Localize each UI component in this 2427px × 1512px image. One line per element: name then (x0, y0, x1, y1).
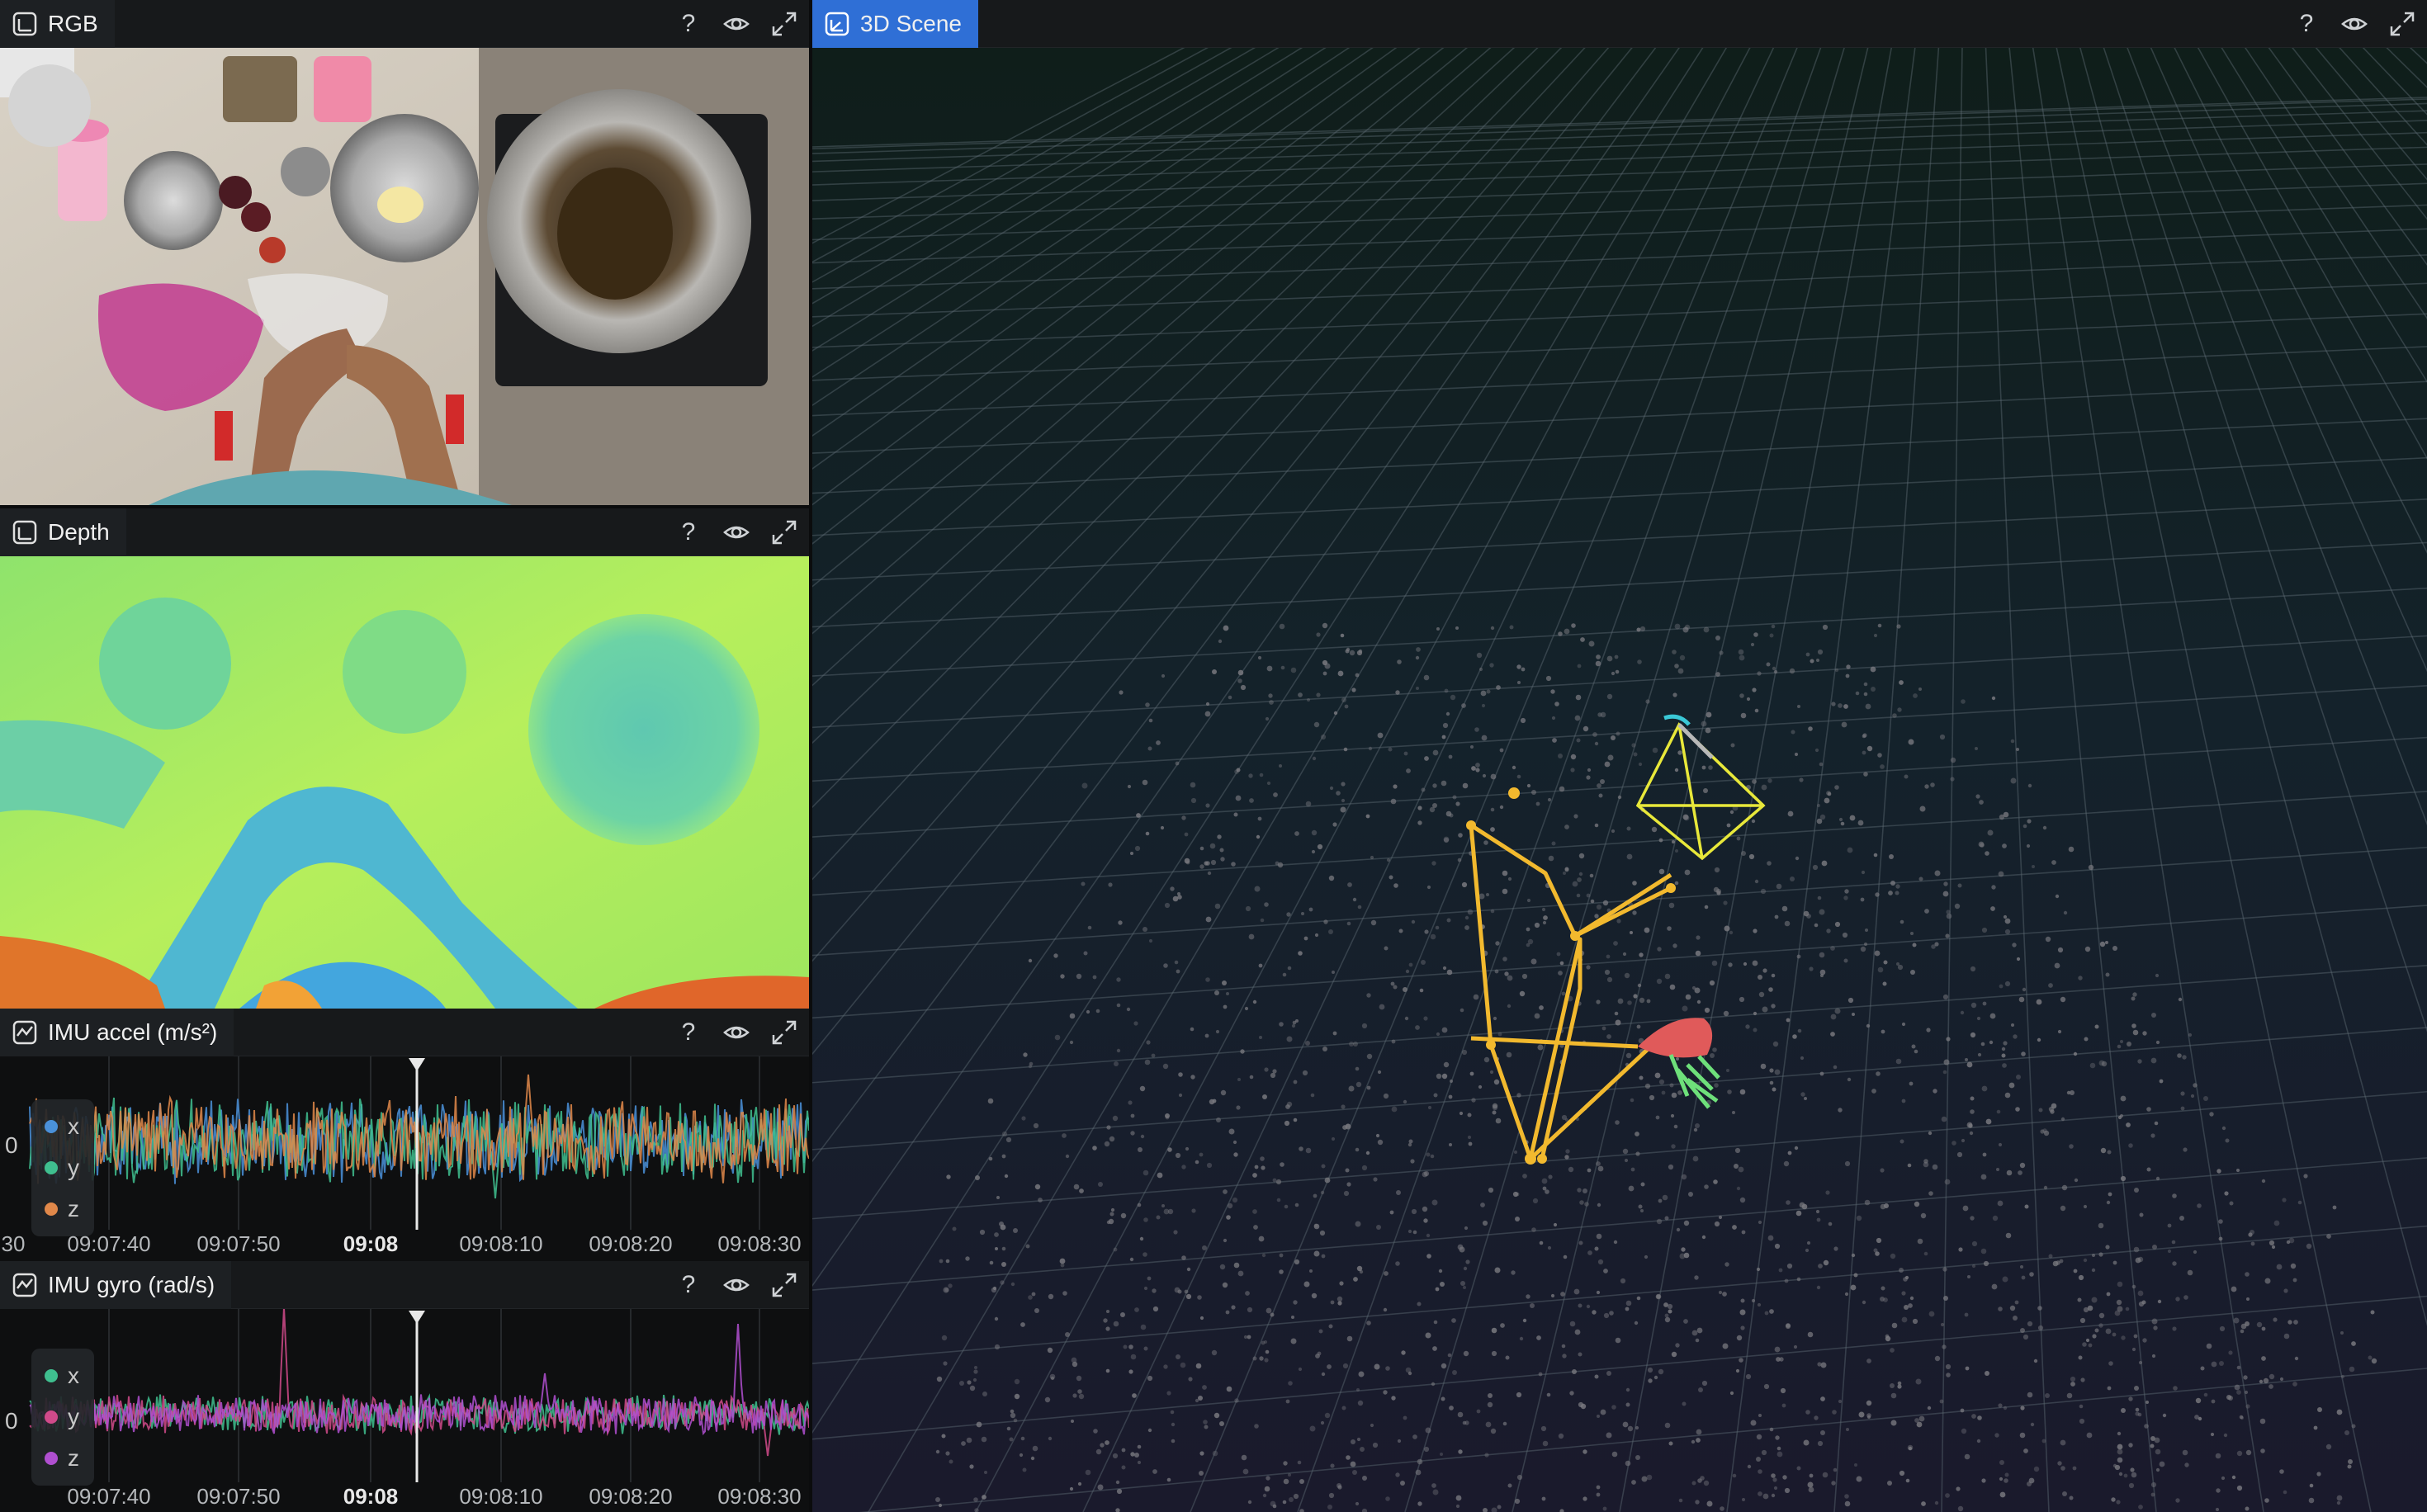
legend-item-z[interactable]: z (31, 1438, 94, 1479)
image-view-icon (12, 12, 37, 36)
scene-tabbar: 3D Scene ? (812, 0, 2427, 48)
signal-line (29, 1323, 809, 1436)
tab-depth[interactable]: Depth (0, 508, 126, 556)
tab-imu-gyro-label: IMU gyro (rad/s) (48, 1272, 215, 1297)
gyro-plot[interactable] (0, 1309, 809, 1482)
tab-depth-label: Depth (48, 519, 110, 545)
gyro-plot-area: 0 x y z 09:07:40 09:07:50 09:08 09:08:10… (0, 1309, 809, 1512)
imu-gyro-panel: IMU gyro (rad/s) ? 0 x y z 09:07:40 09:0… (0, 1261, 809, 1512)
maximize-icon[interactable] (2386, 7, 2419, 40)
rgb-tabbar: RGB ? (0, 0, 809, 48)
accel-plot-area: 0 x y z 30 09:07:40 09:07:50 09:08 09:08… (0, 1056, 809, 1261)
rgb-panel: RGB ? (0, 0, 809, 505)
imu-accel-panel: IMU accel (m/s²) ? 0 x y z 30 09:07:40 0… (0, 1009, 809, 1261)
legend-dot-y (45, 1410, 58, 1424)
help-icon[interactable]: ? (2290, 7, 2323, 40)
rgb-tools: ? (672, 0, 801, 48)
eye-icon[interactable] (2338, 7, 2371, 40)
maximize-icon[interactable] (768, 516, 801, 549)
legend-dot-x (45, 1120, 58, 1133)
scene-3d-canvas[interactable] (812, 0, 2427, 1512)
eye-icon[interactable] (720, 516, 753, 549)
time-tick: 09:08:20 (589, 1484, 673, 1509)
scene-panel: 3D Scene ? (812, 0, 2427, 1512)
timeseries-view-icon (12, 1020, 37, 1045)
legend-item-x[interactable]: x (31, 1355, 94, 1396)
time-tick: 09:08 (343, 1231, 399, 1256)
gyro-zero-label: 0 (5, 1408, 18, 1434)
tab-imu-gyro[interactable]: IMU gyro (rad/s) (0, 1261, 232, 1309)
maximize-icon[interactable] (768, 1269, 801, 1302)
tab-imu-accel[interactable]: IMU accel (m/s²) (0, 1009, 234, 1056)
tab-imu-accel-label: IMU accel (m/s²) (48, 1019, 218, 1045)
eye-icon[interactable] (720, 7, 753, 40)
time-tick: 30 (1, 1231, 26, 1256)
eye-icon[interactable] (720, 1016, 753, 1049)
accel-tabbar: IMU accel (m/s²) ? (0, 1009, 809, 1056)
time-cursor-handle-icon[interactable] (409, 1058, 425, 1071)
legend-item-x[interactable]: x (31, 1106, 94, 1147)
legend-label: x (68, 1363, 79, 1388)
rgb-kitchen-image (0, 48, 809, 505)
tab-rgb-label: RGB (48, 11, 98, 36)
accel-tools: ? (672, 1009, 801, 1056)
scene-viewport[interactable] (812, 0, 2427, 1512)
time-tick: 09:08:30 (717, 1231, 802, 1256)
help-icon[interactable]: ? (672, 1269, 705, 1302)
gyro-legend: x y z (31, 1349, 94, 1486)
gyro-time-axis: 09:07:40 09:07:50 09:08 09:08:10 09:08:2… (0, 1484, 809, 1512)
viewer-root: { "panels": { "rgb": { "title": "RGB", "… (0, 0, 2427, 1512)
help-icon[interactable]: ? (672, 1016, 705, 1049)
scene-tools: ? (2290, 0, 2419, 48)
legend-item-z[interactable]: z (31, 1188, 94, 1230)
depth-image (0, 556, 809, 1009)
gyro-tools: ? (672, 1261, 801, 1309)
legend-dot-z (45, 1203, 58, 1216)
legend-label: y (68, 1155, 79, 1180)
time-cursor-handle-icon[interactable] (409, 1311, 425, 1324)
time-tick: 09:07:50 (196, 1484, 281, 1509)
time-tick: 09:08:20 (589, 1231, 673, 1256)
rgb-image (0, 48, 809, 505)
time-tick: 09:07:50 (196, 1231, 281, 1256)
accel-legend: x y z (31, 1099, 94, 1236)
gyro-tabbar: IMU gyro (rad/s) ? (0, 1261, 809, 1309)
time-tick: 09:08:10 (459, 1484, 543, 1509)
help-icon[interactable]: ? (672, 516, 705, 549)
depth-colormap-image (0, 556, 809, 1009)
legend-label: z (68, 1196, 79, 1221)
accel-plot[interactable] (0, 1056, 809, 1230)
legend-label: y (68, 1404, 79, 1429)
accel-time-axis: 30 09:07:40 09:07:50 09:08 09:08:10 09:0… (0, 1231, 809, 1259)
help-icon[interactable]: ? (672, 7, 705, 40)
legend-dot-x (45, 1369, 58, 1382)
depth-tools: ? (672, 508, 801, 556)
tab-3d-scene-label: 3D Scene (860, 11, 962, 36)
tab-rgb[interactable]: RGB (0, 0, 115, 48)
time-tick: 09:07:40 (67, 1484, 151, 1509)
depth-panel: Depth ? (0, 508, 809, 1009)
maximize-icon[interactable] (768, 7, 801, 40)
tab-3d-scene[interactable]: 3D Scene (812, 0, 978, 48)
time-tick: 09:08:10 (459, 1231, 543, 1256)
image-view-icon (12, 520, 37, 545)
legend-label: x (68, 1113, 79, 1139)
eye-icon[interactable] (720, 1269, 753, 1302)
legend-dot-y (45, 1161, 58, 1174)
spatial-3d-view-icon (825, 12, 849, 36)
time-tick: 09:08 (343, 1484, 399, 1509)
legend-item-y[interactable]: y (31, 1147, 94, 1188)
legend-dot-z (45, 1452, 58, 1465)
time-tick: 09:07:40 (67, 1231, 151, 1256)
timeseries-view-icon (12, 1273, 37, 1297)
legend-item-y[interactable]: y (31, 1396, 94, 1438)
signal-line (29, 1309, 809, 1457)
maximize-icon[interactable] (768, 1016, 801, 1049)
depth-tabbar: Depth ? (0, 508, 809, 556)
legend-label: z (68, 1445, 79, 1471)
time-tick: 09:08:30 (717, 1484, 802, 1509)
accel-zero-label: 0 (5, 1132, 18, 1158)
